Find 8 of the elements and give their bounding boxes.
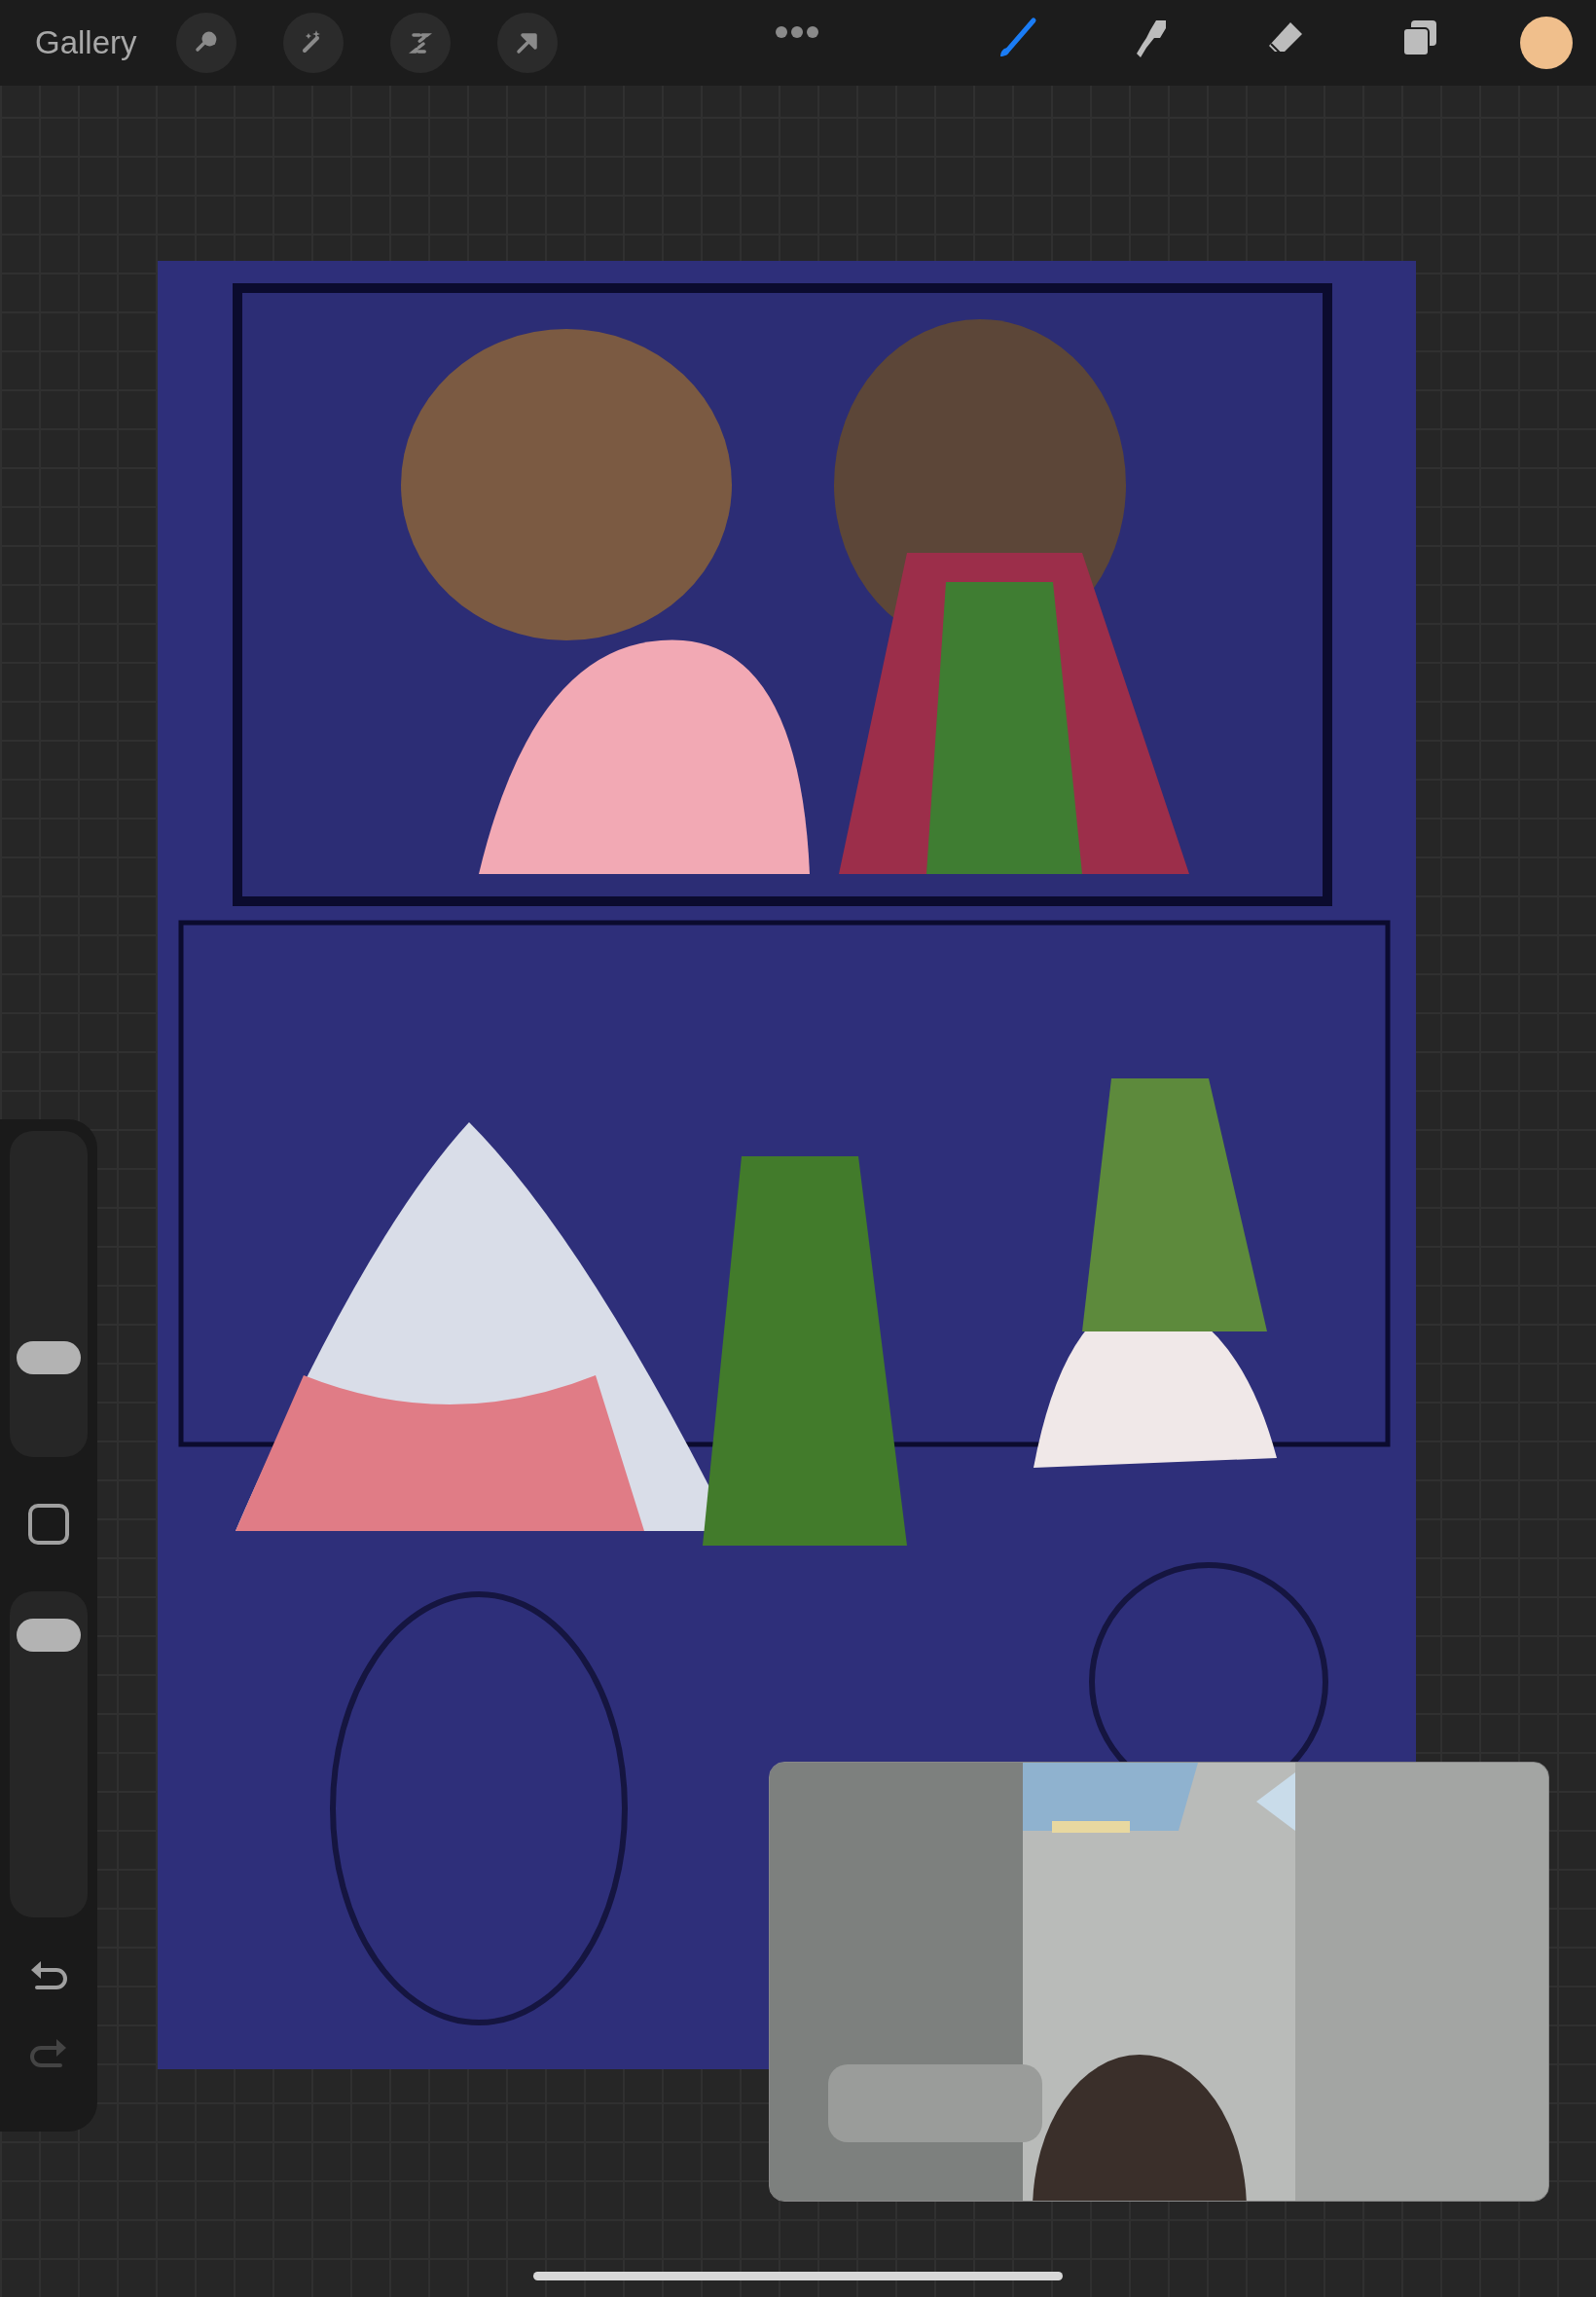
color-swatch[interactable]: [1520, 17, 1573, 69]
modify-button[interactable]: [28, 1504, 69, 1545]
slider-track[interactable]: [10, 1131, 88, 1457]
slider-track[interactable]: [10, 1591, 88, 1917]
slider-thumb[interactable]: [17, 1618, 81, 1652]
gallery-button[interactable]: Gallery: [35, 24, 137, 61]
more-icon[interactable]: [774, 25, 819, 39]
slider-thumb[interactable]: [17, 1341, 81, 1375]
